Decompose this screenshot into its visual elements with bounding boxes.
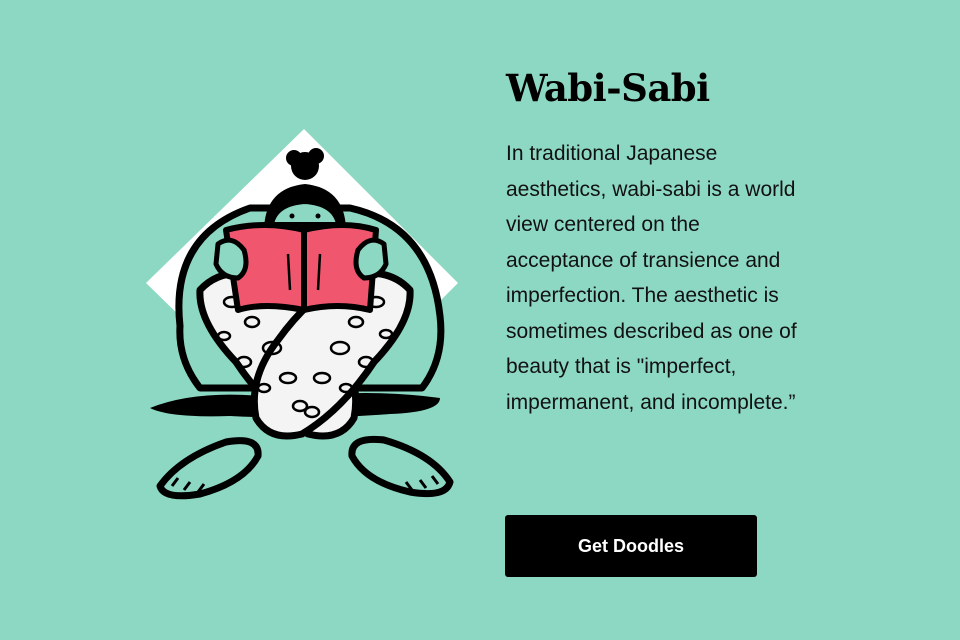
content-panel: Wabi-Sabi In traditional Japanese aesthe… [506,62,816,420]
doodle-illustration [140,126,470,506]
left-foot [156,437,262,500]
right-foot [348,435,454,498]
book [223,222,379,313]
right-hand [353,237,389,281]
person-reading-icon [146,129,458,500]
left-hand [213,237,249,281]
description-text: In traditional Japanese aesthetics, wabi… [506,142,797,414]
page-title: Wabi-Sabi [506,66,710,110]
get-doodles-button[interactable]: Get Doodles [505,515,757,577]
